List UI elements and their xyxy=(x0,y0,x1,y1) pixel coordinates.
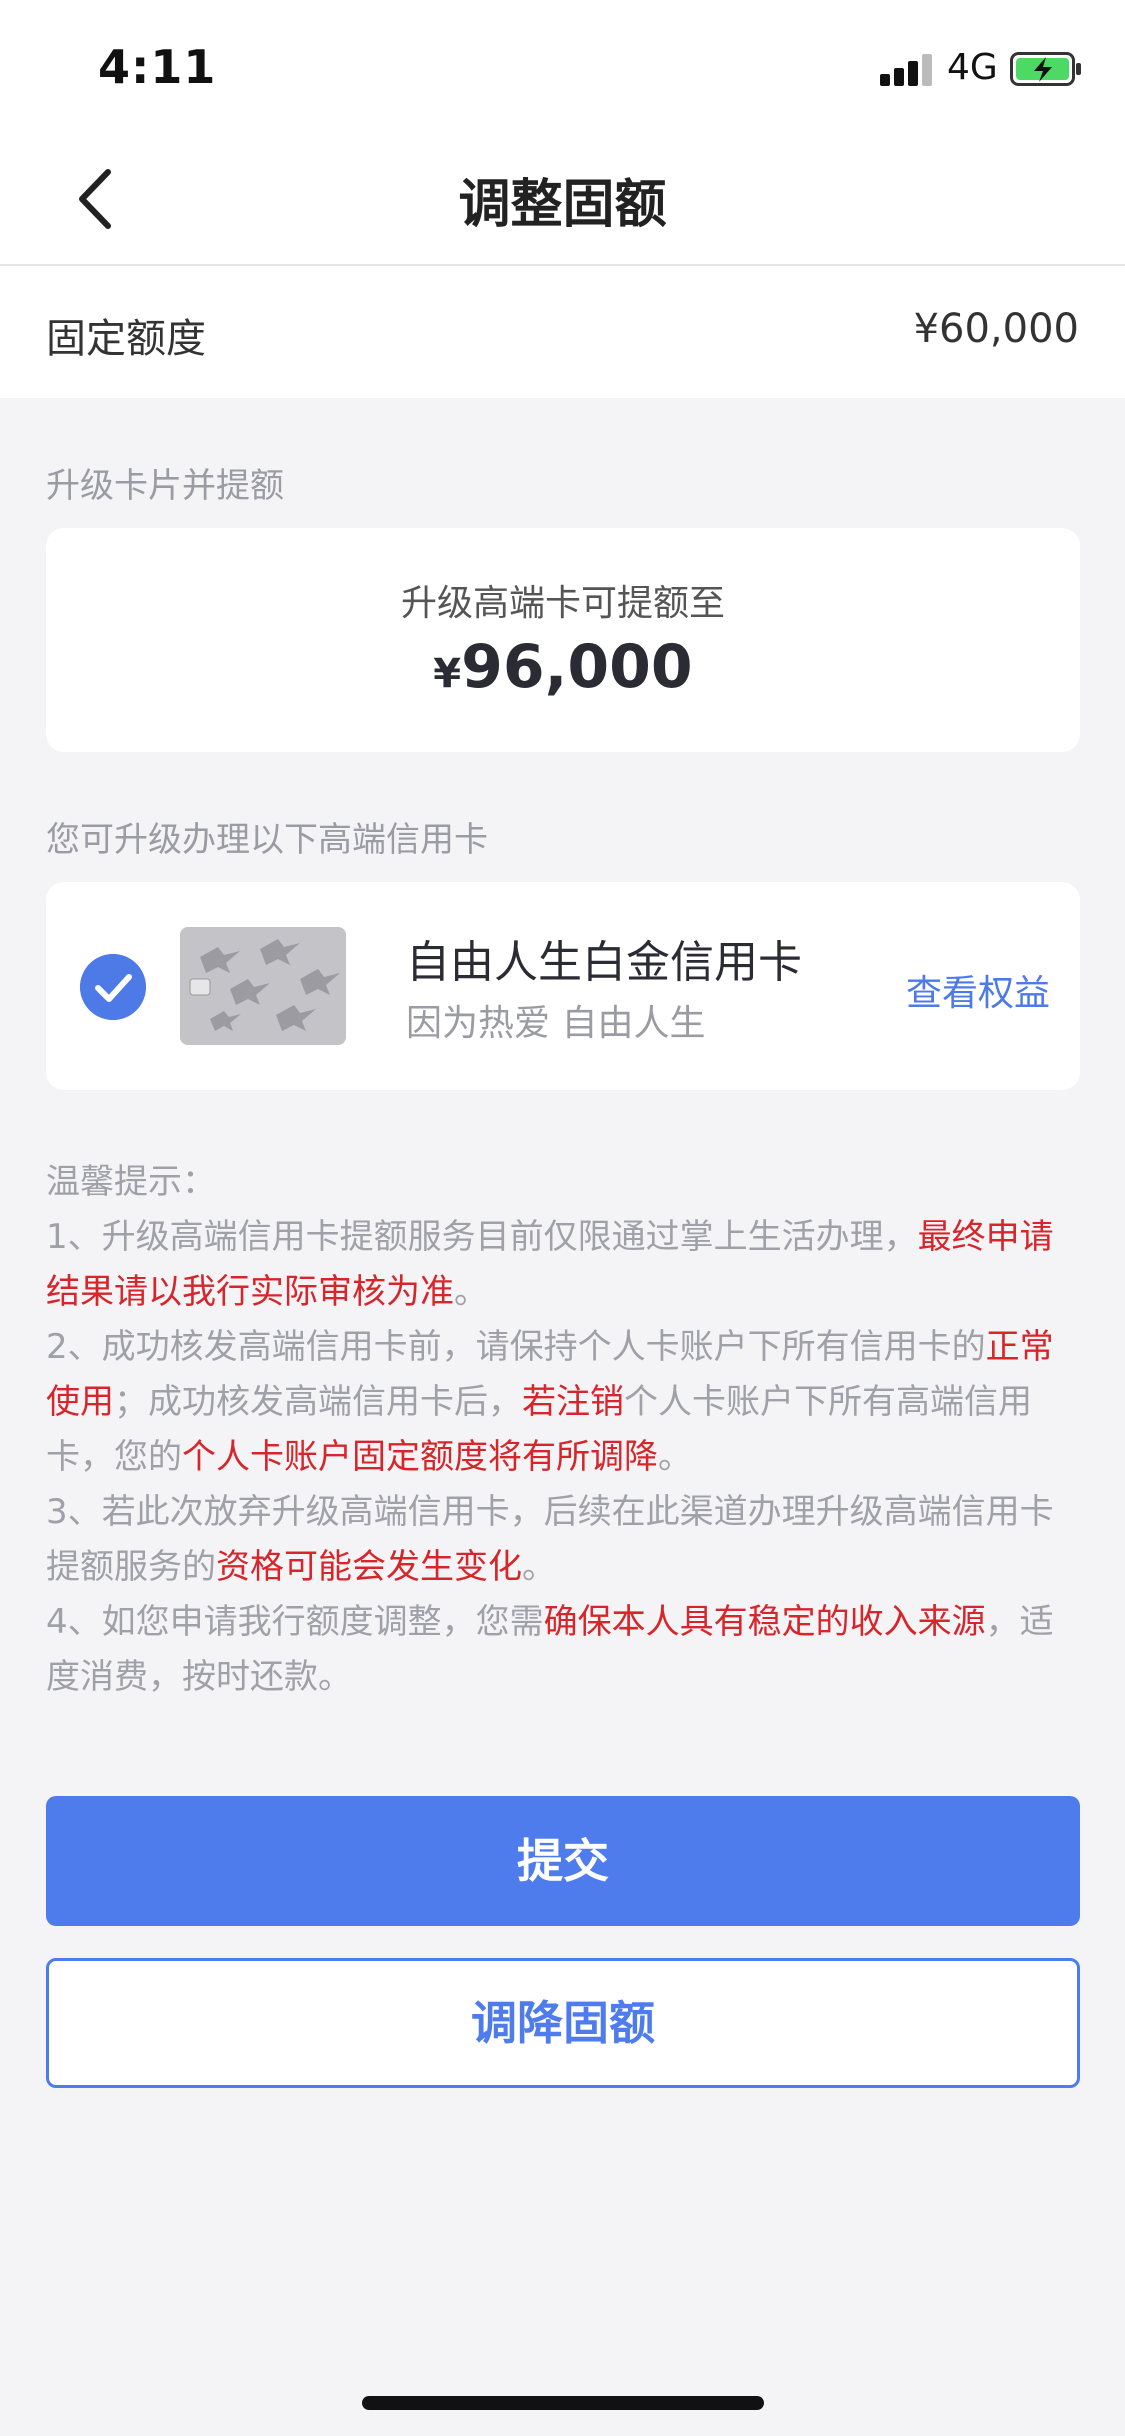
card-slogan: 因为热爱 自由人生 xyxy=(406,1003,706,1044)
tip-item: 2、成功核发高端信用卡前，请保持个人卡账户下所有信用卡的正常使用；成功核发高端信… xyxy=(46,1320,1080,1485)
status-bar: 4:11 4G xyxy=(0,0,1125,132)
tips-block: 温馨提示： 1、升级高端信用卡提额服务目前仅限通过掌上生活办理，最终申请结果请以… xyxy=(46,1155,1080,1705)
tip-text: 1、升级高端信用卡提额服务目前仅限通过掌上生活办理， xyxy=(46,1217,918,1257)
home-indicator[interactable] xyxy=(362,2396,764,2410)
fixed-quota-value: ¥60,000 xyxy=(913,306,1079,352)
network-type: 4G xyxy=(947,47,998,88)
tips-title: 温馨提示： xyxy=(46,1162,216,1202)
fixed-quota-label: 固定额度 xyxy=(46,316,206,362)
page: 4:11 4G 调整固额 固定额度 ¥60,000 升级卡片并提额 升级高端卡可… xyxy=(0,0,1125,2436)
tip-item: 4、如您申请我行额度调整，您需确保本人具有稳定的收入来源，适度消费，按时还款。 xyxy=(46,1595,1080,1705)
tip-highlight: 确保本人具有稳定的收入来源 xyxy=(543,1602,986,1642)
lower-quota-button[interactable]: 调降固额 xyxy=(46,1958,1080,2088)
page-title: 调整固额 xyxy=(458,175,667,235)
tip-item: 1、升级高端信用卡提额服务目前仅限通过掌上生活办理，最终申请结果请以我行实际审核… xyxy=(46,1210,1080,1320)
card-name: 自由人生白金信用卡 xyxy=(406,937,802,988)
card-section-label: 您可升级办理以下高端信用卡 xyxy=(46,820,488,860)
credit-card-option[interactable]: 自由人生白金信用卡 因为热爱 自由人生 查看权益 xyxy=(46,882,1080,1090)
tip-text: 。 xyxy=(658,1437,692,1477)
tip-highlight: 个人卡账户固定额度将有所调降 xyxy=(182,1437,658,1477)
fixed-quota-row: 固定额度 ¥60,000 xyxy=(0,266,1125,398)
currency-symbol: ¥ xyxy=(433,651,462,697)
tip-text: 。 xyxy=(522,1547,556,1587)
signal-icon xyxy=(880,52,934,86)
upgrade-section-label: 升级卡片并提额 xyxy=(46,466,284,506)
battery-charging-icon xyxy=(1010,52,1081,86)
upgrade-amount: ¥96,000 xyxy=(46,632,1080,702)
submit-button[interactable]: 提交 xyxy=(46,1796,1080,1926)
tip-text: 。 xyxy=(454,1272,488,1312)
upgrade-caption: 升级高端卡可提额至 xyxy=(400,583,725,624)
tip-text: 4、如您申请我行额度调整，您需 xyxy=(46,1602,544,1642)
tip-text: ；成功核发高端信用卡后， xyxy=(114,1382,522,1422)
status-time: 4:11 xyxy=(98,40,217,94)
view-benefits-link[interactable]: 查看权益 xyxy=(906,964,1050,1016)
upgrade-amount-value: 96,000 xyxy=(461,632,693,702)
tip-highlight: 资格可能会发生变化 xyxy=(216,1547,522,1587)
tip-item: 3、若此次放弃升级高端信用卡，后续在此渠道办理升级高端信用卡提额服务的资格可能会… xyxy=(46,1485,1080,1595)
upgrade-amount-card: 升级高端卡可提额至 ¥96,000 xyxy=(46,528,1080,752)
nav-bar: 调整固额 xyxy=(0,132,1125,266)
credit-card-image xyxy=(180,927,346,1045)
tip-highlight: 若注销 xyxy=(522,1382,624,1422)
checkmark-icon[interactable] xyxy=(80,954,146,1020)
tip-text: 2、成功核发高端信用卡前，请保持个人卡账户下所有信用卡的 xyxy=(46,1327,986,1367)
